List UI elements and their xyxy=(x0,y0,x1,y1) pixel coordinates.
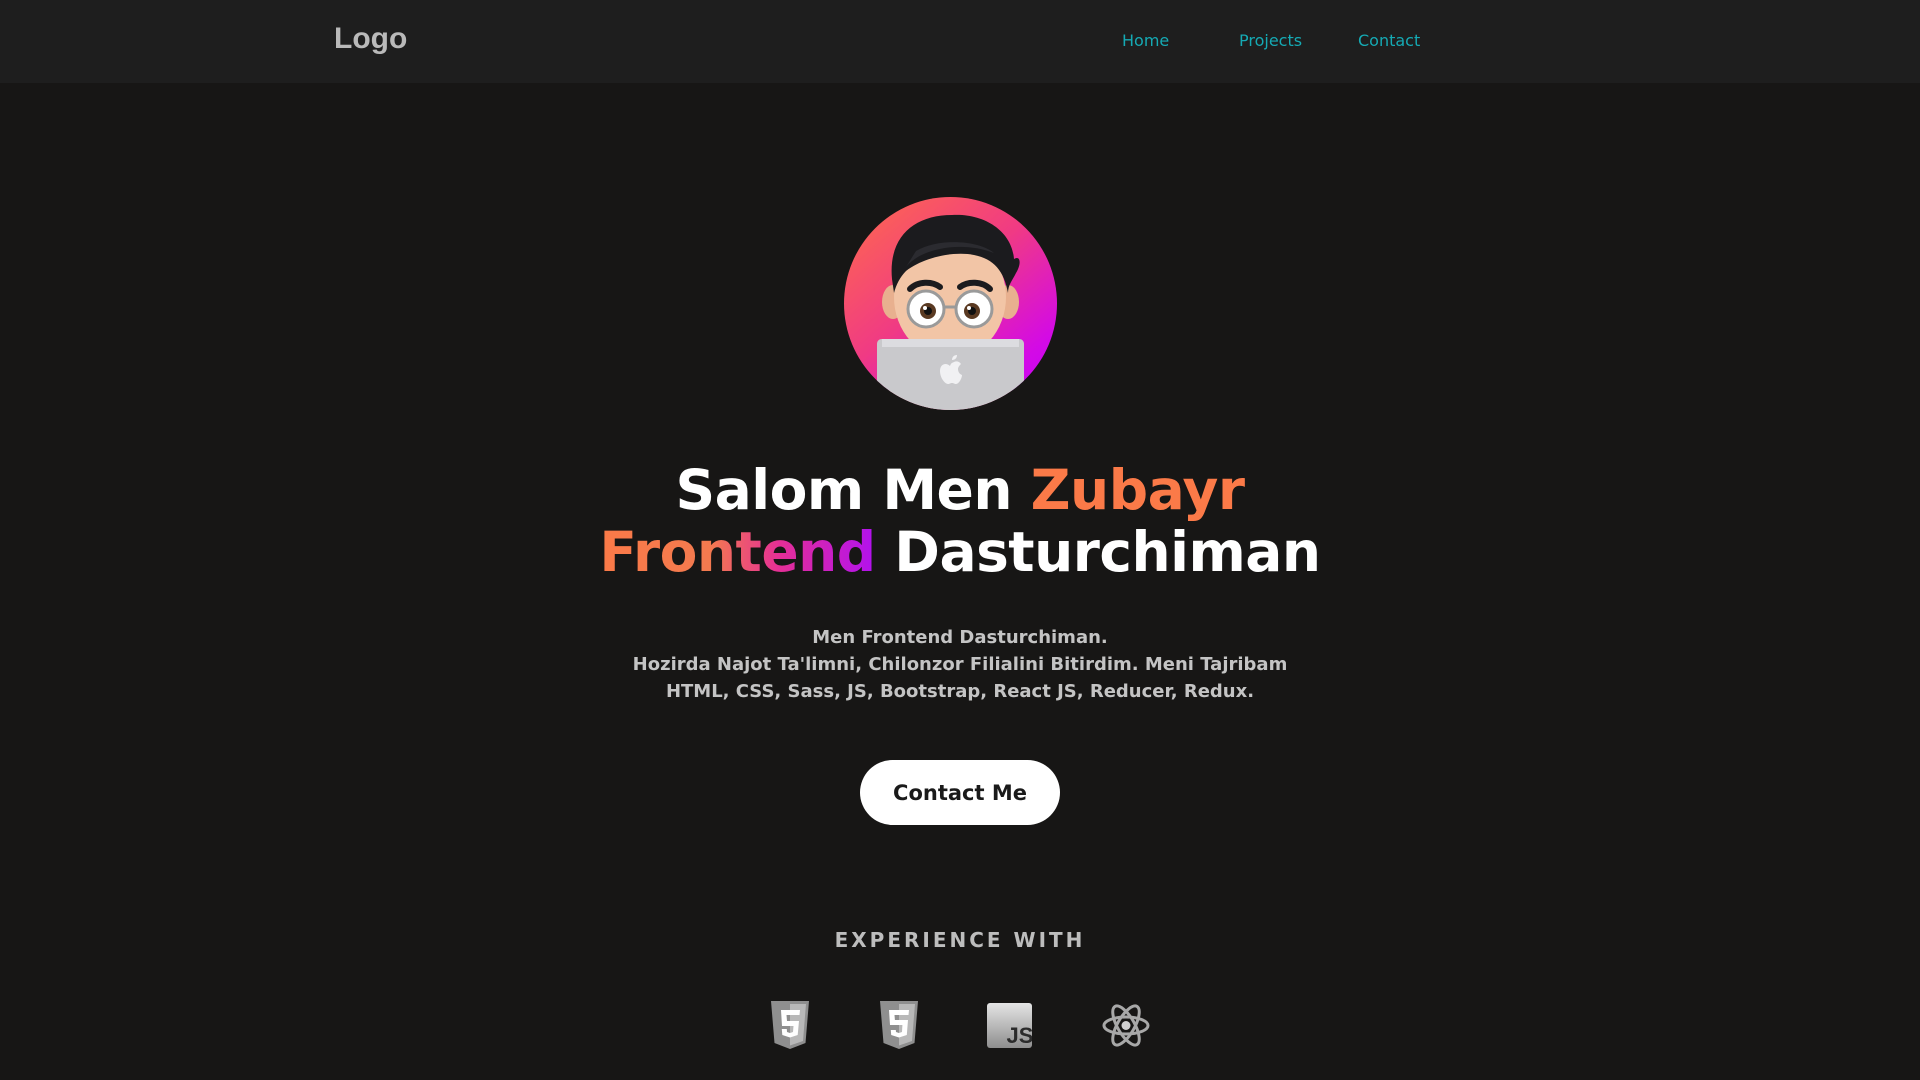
headline-greeting: Salom Men xyxy=(675,458,1031,522)
react-icon xyxy=(1102,1004,1150,1047)
headline-role-suffix: Dasturchiman xyxy=(875,520,1321,584)
logo[interactable]: Logo xyxy=(334,22,407,56)
contact-me-button[interactable]: Contact Me xyxy=(860,760,1060,825)
svg-text:JS: JS xyxy=(1007,1023,1032,1048)
experience-title: EXPERIENCE WITH xyxy=(834,928,1086,952)
description-line-3: HTML, CSS, Sass, JS, Bootstrap, React JS… xyxy=(665,681,1255,702)
html5-icon xyxy=(771,1001,809,1049)
navbar: Logo Home Projects Contact xyxy=(0,0,1920,83)
description-line-2: Hozirda Najot Ta'limni, Chilonzor Filial… xyxy=(632,654,1288,675)
description-line-1: Men Frontend Dasturchiman. xyxy=(812,627,1108,648)
headline-line-1: Salom Men Zubayr xyxy=(0,459,1920,521)
nav-link-projects[interactable]: Projects xyxy=(1239,31,1302,50)
headline-role: Frontend xyxy=(599,520,876,584)
avatar xyxy=(844,197,1057,410)
css3-icon xyxy=(880,1001,918,1049)
nav-link-contact[interactable]: Contact xyxy=(1358,31,1420,50)
javascript-icon: JS xyxy=(987,1003,1032,1048)
memoji-avatar-icon xyxy=(877,214,1024,410)
nav-link-home[interactable]: Home xyxy=(1122,31,1169,50)
headline-name: Zubayr xyxy=(1030,458,1245,522)
headline-line-2: Frontend Dasturchiman xyxy=(0,521,1920,583)
